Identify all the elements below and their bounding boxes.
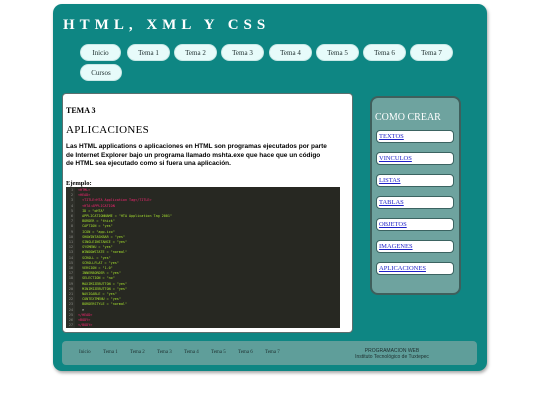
tab-tema-5[interactable]: Tema 5: [316, 44, 359, 61]
sidebar-link-aplicaciones[interactable]: APLICACIONES: [376, 262, 454, 275]
code-text: SINGLEINSTANCE = "yes": [78, 240, 127, 244]
code-text: SCROLL = "yes": [78, 255, 111, 260]
code-text: <BODY>: [78, 318, 91, 322]
tab-inicio[interactable]: Inicio: [80, 44, 121, 61]
footer-link-tema-1[interactable]: Tema 1: [103, 350, 118, 355]
tab-tema-2[interactable]: Tema 2: [174, 44, 217, 61]
code-text: SCROLLFLAT = "yes": [78, 260, 119, 265]
code-text: BORDER = "thick": [78, 219, 115, 224]
tab-tema-1[interactable]: Tema 1: [127, 44, 170, 61]
code-text: SYSMENU = "yes": [78, 245, 113, 250]
code-text: CONTEXTMENU = "yes": [78, 297, 121, 302]
code-line: 27 </BODY>: [66, 323, 92, 328]
code-text: <TITLE>HTA Application Tag</TITLE>: [78, 198, 152, 203]
code-text: ID = "oHTA": [78, 208, 105, 213]
code-text: BORDERSTYLE = "normal": [78, 302, 127, 307]
sidebar-link-objetos[interactable]: OBJETOS: [376, 218, 454, 231]
footer-link-inicio[interactable]: Inicio: [79, 350, 91, 355]
line-number: 27: [68, 323, 73, 328]
example-label: Ejemplo:: [66, 180, 92, 187]
code-text: <HTA:APPLICATION: [78, 203, 115, 208]
code-text: INNERBORDER = "yes": [78, 271, 121, 276]
code-example-block: 1 <HTML> 2 <HEAD> 3 <TITLE>HTA Application T…: [66, 187, 340, 328]
tab-tema-4[interactable]: Tema 4: [269, 44, 312, 61]
sidebar-link-imagenes[interactable]: IMAGENES: [376, 240, 454, 253]
footer-link-tema-2[interactable]: Tema 2: [130, 350, 145, 355]
page-title: APLICACIONES: [66, 124, 150, 136]
footer-org: PROGRAMACION WEB Instituto Tecnológico d…: [327, 348, 457, 360]
description-paragraph: Las HTML applications o aplicaciones en …: [66, 143, 327, 167]
code-text: CAPTION = "yes": [78, 224, 113, 229]
footer-link-tema-5[interactable]: Tema 5: [211, 350, 226, 355]
code-text: NAVIGABLE = "yes": [78, 292, 117, 296]
code-text: </HEAD>: [78, 312, 93, 317]
footer-link-tema-4[interactable]: Tema 4: [184, 350, 199, 355]
sidebar-link-listas[interactable]: LISTAS: [376, 174, 454, 187]
code-text: APPLICATIONNAME = "HTA Application Tag 2…: [78, 214, 172, 218]
code-text: <HTML>: [78, 188, 91, 192]
tab-tema-3[interactable]: Tema 3: [221, 44, 264, 61]
sidebar-link-tablas[interactable]: TABLAS: [376, 196, 454, 209]
code-text: VERSION = "1.0": [78, 266, 113, 270]
code-text: SELECTION = "no": [78, 276, 115, 281]
footer-link-tema-7[interactable]: Tema 7: [265, 350, 280, 355]
code-text: MINIMIZEBUTTON = "yes": [78, 286, 127, 291]
code-text: MAXIMIZEBUTTON = "yes": [78, 281, 127, 286]
sidebar: COMO CREAR TEXTOS VINCULOS LISTAS TABLAS…: [370, 96, 461, 295]
page-container: HTML, XML Y CSS Inicio Tema 1 Tema 2 Tem…: [53, 4, 487, 371]
footer-link-tema-3[interactable]: Tema 3: [157, 350, 172, 355]
tab-tema-7[interactable]: Tema 7: [410, 44, 453, 61]
sidebar-title: COMO CREAR: [375, 112, 441, 123]
footer-institution: Instituto Tecnológico de Tuxtepec: [355, 354, 429, 360]
tab-tema-6[interactable]: Tema 6: [363, 44, 406, 61]
sidebar-link-vinculos[interactable]: VINCULOS: [376, 152, 454, 165]
tab-cursos[interactable]: Cursos: [80, 64, 122, 81]
sidebar-link-textos[interactable]: TEXTOS: [376, 130, 454, 143]
site-title: HTML, XML Y CSS: [63, 17, 271, 33]
code-text: </BODY>: [78, 323, 93, 328]
topic-label: TEMA 3: [66, 106, 96, 115]
main-content-panel: TEMA 3 APLICACIONES Las HTML application…: [62, 93, 353, 333]
code-text: SHOWINTASKBAR = "yes": [78, 234, 125, 239]
code-text: >: [78, 307, 85, 312]
code-text: <HEAD>: [78, 193, 91, 198]
code-text: ICON = "app.ico": [78, 229, 115, 234]
code-text: WINDOWSTATE = "normal": [78, 250, 127, 255]
footer-link-tema-6[interactable]: Tema 6: [238, 350, 253, 355]
footer: Inicio Tema 1 Tema 2 Tema 3 Tema 4 Tema …: [62, 341, 477, 365]
